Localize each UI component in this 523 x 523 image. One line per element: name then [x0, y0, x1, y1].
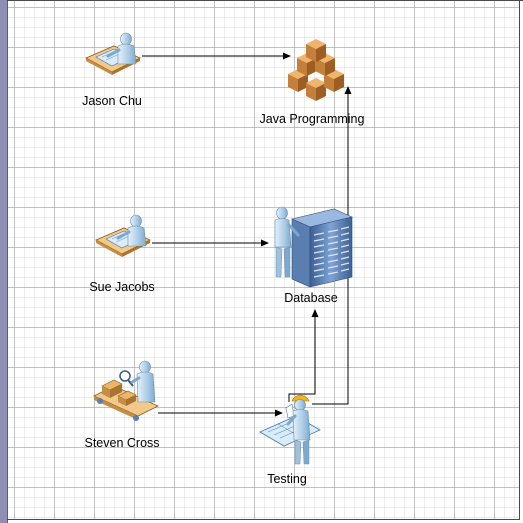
engineer-with-blueprint-icon[interactable]: [259, 394, 321, 465]
workflow-diagram: Jason Chu Java Programming Sue Jacobs Da…: [82, 32, 365, 486]
node-label-database[interactable]: Database: [284, 291, 338, 305]
server-rack-with-person-icon[interactable]: [274, 206, 353, 288]
node-label-java-programming[interactable]: Java Programming: [260, 112, 365, 126]
node-label-steven-cross[interactable]: Steven Cross: [84, 436, 159, 450]
connector-testing-to-database[interactable]: [288, 309, 319, 402]
person-at-conveyor-icon[interactable]: [93, 360, 159, 421]
node-label-sue-jacobs[interactable]: Sue Jacobs: [89, 280, 154, 294]
boxes-stack-icon[interactable]: [288, 39, 344, 101]
node-label-jason-chu[interactable]: Jason Chu: [82, 94, 142, 108]
person-at-desk-icon[interactable]: [85, 32, 141, 75]
person-at-desk-icon[interactable]: [95, 214, 151, 257]
node-label-testing[interactable]: Testing: [267, 472, 307, 486]
